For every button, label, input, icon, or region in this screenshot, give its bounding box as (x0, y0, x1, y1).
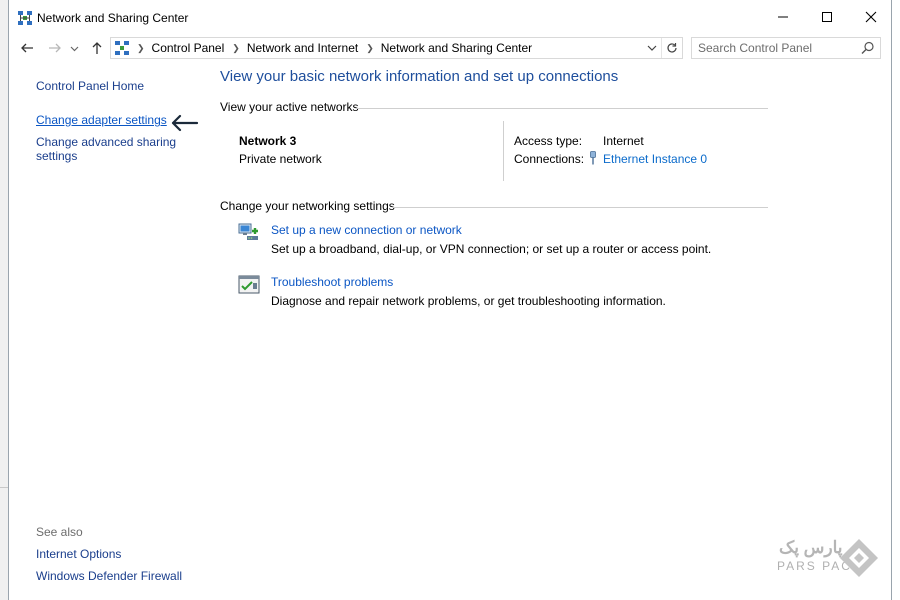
network-center-icon (18, 11, 32, 25)
breadcrumb-control-panel[interactable]: Control Panel (152, 41, 225, 55)
search-box[interactable] (691, 37, 881, 59)
maximize-button[interactable] (805, 0, 849, 34)
page-title: View your basic network information and … (220, 68, 619, 85)
window: Network and Sharing Center ❯ Control Pan… (8, 0, 892, 600)
close-button[interactable] (849, 0, 893, 34)
control-panel-home-link[interactable]: Control Panel Home (36, 79, 144, 93)
internet-options-link[interactable]: Internet Options (36, 547, 121, 561)
windows-defender-firewall-link[interactable]: Windows Defender Firewall (36, 569, 182, 583)
recent-locations-button[interactable] (67, 38, 81, 58)
refresh-button[interactable] (661, 38, 682, 58)
change-adapter-settings-link[interactable]: Change adapter settings (36, 113, 167, 127)
minimize-icon (778, 16, 788, 18)
back-arrow-icon (21, 43, 33, 53)
troubleshoot-problems-description: Diagnose and repair network problems, or… (271, 294, 666, 308)
connections-label: Connections: (514, 152, 585, 166)
setup-new-connection-link[interactable]: Set up a new connection or network (271, 223, 462, 237)
ethernet-icon (590, 151, 596, 165)
up-arrow-icon (92, 42, 102, 54)
forward-arrow-icon (49, 43, 61, 53)
see-also-heading: See also (36, 525, 83, 539)
watermark-persian-text: پارس پک (779, 538, 843, 557)
section-divider (392, 207, 768, 208)
annotation-arrow-icon (171, 114, 199, 132)
chevron-down-icon (647, 45, 657, 51)
change-advanced-sharing-settings-link[interactable]: Change advanced sharing settings (36, 135, 186, 163)
window-title: Network and Sharing Center (37, 11, 189, 25)
title-bar: Network and Sharing Center (9, 0, 891, 34)
chevron-down-icon (70, 46, 78, 51)
troubleshoot-problems-link[interactable]: Troubleshoot problems (271, 275, 393, 289)
forward-button[interactable] (45, 38, 65, 58)
back-button[interactable] (17, 38, 37, 58)
up-button[interactable] (87, 38, 107, 58)
breadcrumb-network-and-sharing-center[interactable]: Network and Sharing Center (381, 41, 532, 55)
maximize-icon (822, 12, 832, 22)
address-bar[interactable]: ❯ Control Panel ❯ Network and Internet ❯… (110, 37, 683, 59)
breadcrumb-separator-icon: ❯ (137, 42, 145, 53)
network-center-icon (115, 41, 129, 55)
setup-new-connection-description: Set up a broadband, dial-up, or VPN conn… (271, 242, 712, 256)
address-dropdown-button[interactable] (645, 41, 659, 55)
section-divider (356, 108, 768, 109)
refresh-icon (667, 43, 677, 53)
ethernet-connection-link[interactable]: Ethernet Instance 0 (603, 152, 707, 166)
new-connection-icon (238, 223, 258, 240)
network-category: Private network (239, 152, 322, 166)
breadcrumb-separator-icon: ❯ (232, 42, 240, 53)
breadcrumb-network-and-internet[interactable]: Network and Internet (247, 41, 358, 55)
breadcrumb-separator-icon: ❯ (366, 42, 374, 53)
close-icon (865, 11, 877, 23)
minimize-button[interactable] (761, 0, 805, 34)
networking-settings-heading: Change your networking settings (220, 199, 395, 213)
network-name: Network 3 (239, 134, 297, 148)
access-type-value: Internet (603, 134, 644, 148)
parspack-logo-icon (840, 539, 878, 577)
search-input[interactable] (698, 41, 848, 55)
background-strip (0, 0, 8, 600)
search-icon[interactable] (861, 41, 875, 55)
vertical-divider (503, 121, 504, 181)
troubleshoot-icon (238, 275, 260, 294)
access-type-label: Access type: (514, 134, 583, 148)
active-networks-heading: View your active networks (220, 100, 359, 114)
